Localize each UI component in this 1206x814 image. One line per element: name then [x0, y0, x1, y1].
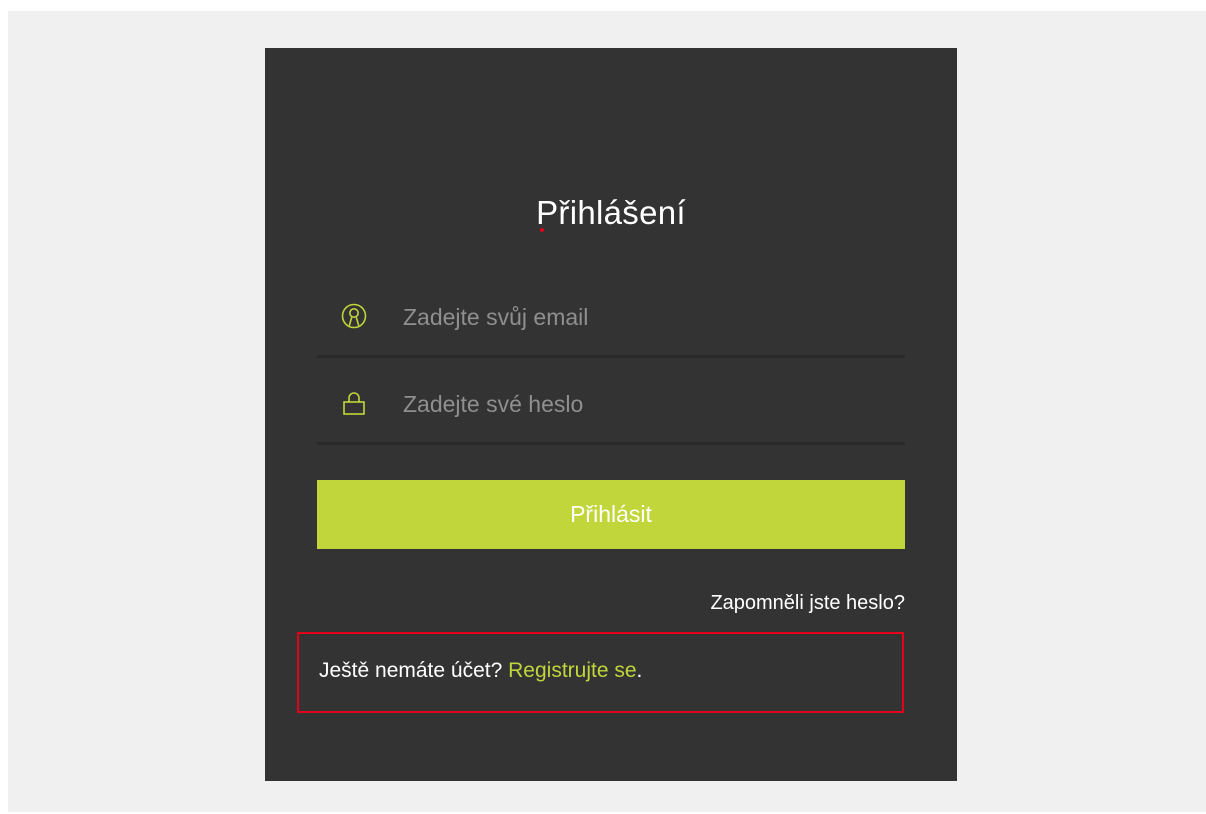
login-title: Přihlášení	[536, 194, 686, 231]
register-highlight-box: Ještě nemáte účet? Registrujte se.	[297, 632, 904, 713]
login-button[interactable]: Přihlásit	[317, 480, 905, 549]
email-input[interactable]	[403, 297, 883, 337]
forgot-password-link[interactable]: Zapomněli jste heslo?	[710, 592, 905, 615]
register-suffix: .	[636, 659, 643, 682]
login-panel: Přihlášení Přihlásit Zapomněli jste hesl…	[265, 48, 957, 781]
register-row: Ještě nemáte účet? Registrujte se.	[319, 659, 642, 683]
register-prompt: Ještě nemáte účet?	[319, 659, 509, 682]
lock-icon	[341, 390, 367, 416]
password-field	[317, 380, 905, 445]
user-icon	[341, 303, 367, 329]
password-input[interactable]	[403, 384, 883, 424]
email-field	[317, 293, 905, 358]
cursor-marker	[540, 228, 544, 232]
register-link[interactable]: Registrujte se	[508, 659, 636, 682]
